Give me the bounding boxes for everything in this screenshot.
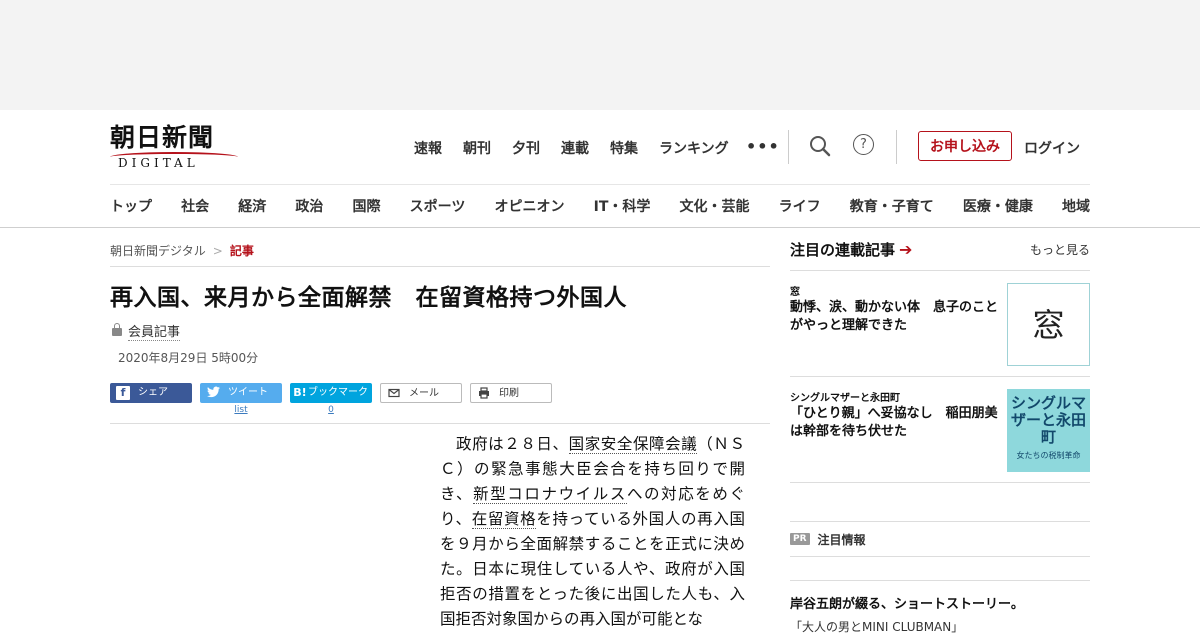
cat-politics[interactable]: 政治 (295, 196, 323, 216)
sidebar: 注目の連載記事 ➔ もっと見る 窓 動悸、涙、動かない体 息子のことがやっと理解で… (790, 228, 1090, 635)
cat-culture[interactable]: 文化・芸能 (680, 196, 750, 216)
divider (788, 130, 789, 164)
help-icon[interactable]: ? (853, 134, 877, 158)
logo-digital: DIGITAL (118, 156, 199, 170)
keyword-link[interactable]: 新型コロナウイルス (473, 485, 627, 504)
nav-tokushu[interactable]: 特集 (610, 138, 638, 158)
article-headline[interactable]: 動悸、涙、動かない体 息子のことがやっと理解できた (790, 299, 1000, 335)
keyword-link[interactable]: 在留資格 (471, 510, 537, 529)
divider (110, 423, 770, 424)
nav-sokuhou[interactable]: 速報 (414, 138, 442, 158)
cat-economy[interactable]: 経済 (238, 196, 266, 216)
member-badge[interactable]: 会員記事 (110, 321, 770, 341)
article-thumbnail[interactable]: 窓 (1007, 283, 1090, 366)
cat-education[interactable]: 教育・子育て (850, 196, 934, 216)
share-bar: f シェア ツイート B! ブックマーク メール 印刷 (110, 383, 770, 403)
hatena-count[interactable]: 0 (290, 405, 372, 419)
lock-icon (112, 323, 122, 336)
pr-header: PR 注目情報 (790, 522, 1090, 557)
sidebar-header: 注目の連載記事 ➔ もっと見る (790, 228, 1090, 271)
article-date: 2020年8月29日 5時00分 (118, 351, 259, 365)
facebook-icon: f (116, 386, 130, 400)
more-menu-icon[interactable]: ••• (746, 137, 780, 156)
nav-rensai[interactable]: 連載 (561, 138, 589, 158)
mail-icon (387, 387, 401, 401)
pr-item-subtitle[interactable]: 「大人の男とMINI CLUBMAN」 (790, 618, 1090, 635)
category-nav-bar: トップ 社会 経済 政治 国際 スポーツ オピニオン IT・科学 文化・芸能 ラ… (0, 185, 1200, 228)
series-name: シングルマザーと永田町 (790, 393, 900, 404)
divider (896, 130, 897, 164)
ad-banner (0, 0, 1200, 110)
article-column: 朝日新聞デジタル > 記事 再入国、来月から全面解禁 在留資格持つ外国人 会員記事 … (110, 228, 770, 424)
apply-button[interactable]: お申し込み (918, 131, 1012, 161)
sidebar-article[interactable]: 窓 動悸、涙、動かない体 息子のことがやっと理解できた 窓 (790, 271, 1090, 377)
cat-sports[interactable]: スポーツ (410, 196, 466, 216)
twitter-share-button[interactable]: ツイート (200, 383, 282, 403)
cat-opinion[interactable]: オピニオン (494, 196, 564, 216)
cat-top[interactable]: トップ (110, 196, 152, 216)
hatena-bookmark-button[interactable]: B! ブックマーク (290, 383, 372, 403)
member-label: 会員記事 (128, 321, 181, 341)
article-headline[interactable]: 「ひとり親」へ妥協なし 稲田朋美は幹部を待ち伏せた (790, 405, 1000, 441)
nav-choukan[interactable]: 朝刊 (463, 138, 491, 158)
category-nav: トップ 社会 経済 政治 国際 スポーツ オピニオン IT・科学 文化・芸能 ラ… (110, 185, 1090, 227)
sidebar-article[interactable]: シングルマザーと永田町 「ひとり親」へ妥協なし 稲田朋美は幹部を待ち伏せた シン… (790, 377, 1090, 483)
cat-region[interactable]: 地域 (1062, 196, 1090, 216)
facebook-share-button[interactable]: f シェア (110, 383, 192, 403)
nav-yuukan[interactable]: 夕刊 (512, 138, 540, 158)
article-thumbnail[interactable]: シングルマザーと永田町 女たちの税制革命 (1007, 389, 1090, 472)
pr-item-title[interactable]: 岸谷五朗が綴る、ショートストーリー。 (790, 593, 1090, 612)
search-icon[interactable] (808, 134, 832, 158)
pr-label: 注目情報 (817, 532, 866, 547)
arrow-right-icon: ➔ (899, 239, 913, 259)
cat-it-science[interactable]: IT・科学 (594, 196, 651, 216)
divider (790, 557, 1090, 581)
breadcrumb-current: 記事 (229, 244, 254, 258)
site-header: 朝日新聞 DIGITAL 速報 朝刊 夕刊 連載 特集 ランキング ••• ? … (110, 110, 1090, 185)
series-name: 窓 (790, 287, 800, 298)
mail-button[interactable]: メール (380, 383, 462, 403)
article-body: 政府は２８日、国家安全保障会議（ＮＳＣ）の緊急事態大臣会合を持ち回りで開き、新型… (440, 435, 745, 628)
twitter-icon (206, 386, 220, 400)
top-nav: 速報 朝刊 夕刊 連載 特集 ランキング (414, 138, 750, 158)
print-icon (477, 387, 491, 401)
nav-ranking[interactable]: ランキング (659, 138, 729, 158)
cat-international[interactable]: 国際 (353, 196, 381, 216)
sidebar-heading[interactable]: 注目の連載記事 (790, 241, 895, 259)
article-title: 再入国、来月から全面解禁 在留資格持つ外国人 (110, 285, 627, 311)
thumbnail-subtitle: 女たちの税制革命 (1016, 451, 1081, 460)
hatena-icon: B! (293, 386, 307, 399)
keyword-link[interactable]: 国家安全保障会議 (568, 435, 698, 454)
site-logo[interactable]: 朝日新聞 DIGITAL (110, 123, 242, 170)
thumbnail-title: シングルマザーと永田町 (1010, 394, 1086, 446)
share-counts: list 0 (110, 405, 770, 419)
login-link[interactable]: ログイン (1024, 138, 1080, 158)
print-button[interactable]: 印刷 (470, 383, 552, 403)
divider (790, 483, 1090, 522)
logo-kanji: 朝日新聞 (110, 123, 215, 152)
breadcrumb-separator: > (212, 244, 223, 258)
cat-health[interactable]: 医療・健康 (963, 196, 1033, 216)
pr-badge: PR (790, 533, 810, 545)
cat-life[interactable]: ライフ (779, 196, 821, 216)
breadcrumb: 朝日新聞デジタル > 記事 (110, 228, 770, 267)
main-content: 朝日新聞デジタル > 記事 再入国、来月から全面解禁 在留資格持つ外国人 会員記事 … (110, 228, 1090, 634)
twitter-count[interactable]: list (200, 405, 282, 419)
cat-society[interactable]: 社会 (181, 196, 209, 216)
breadcrumb-home[interactable]: 朝日新聞デジタル (110, 244, 206, 258)
see-more-link[interactable]: もっと見る (1030, 241, 1090, 258)
